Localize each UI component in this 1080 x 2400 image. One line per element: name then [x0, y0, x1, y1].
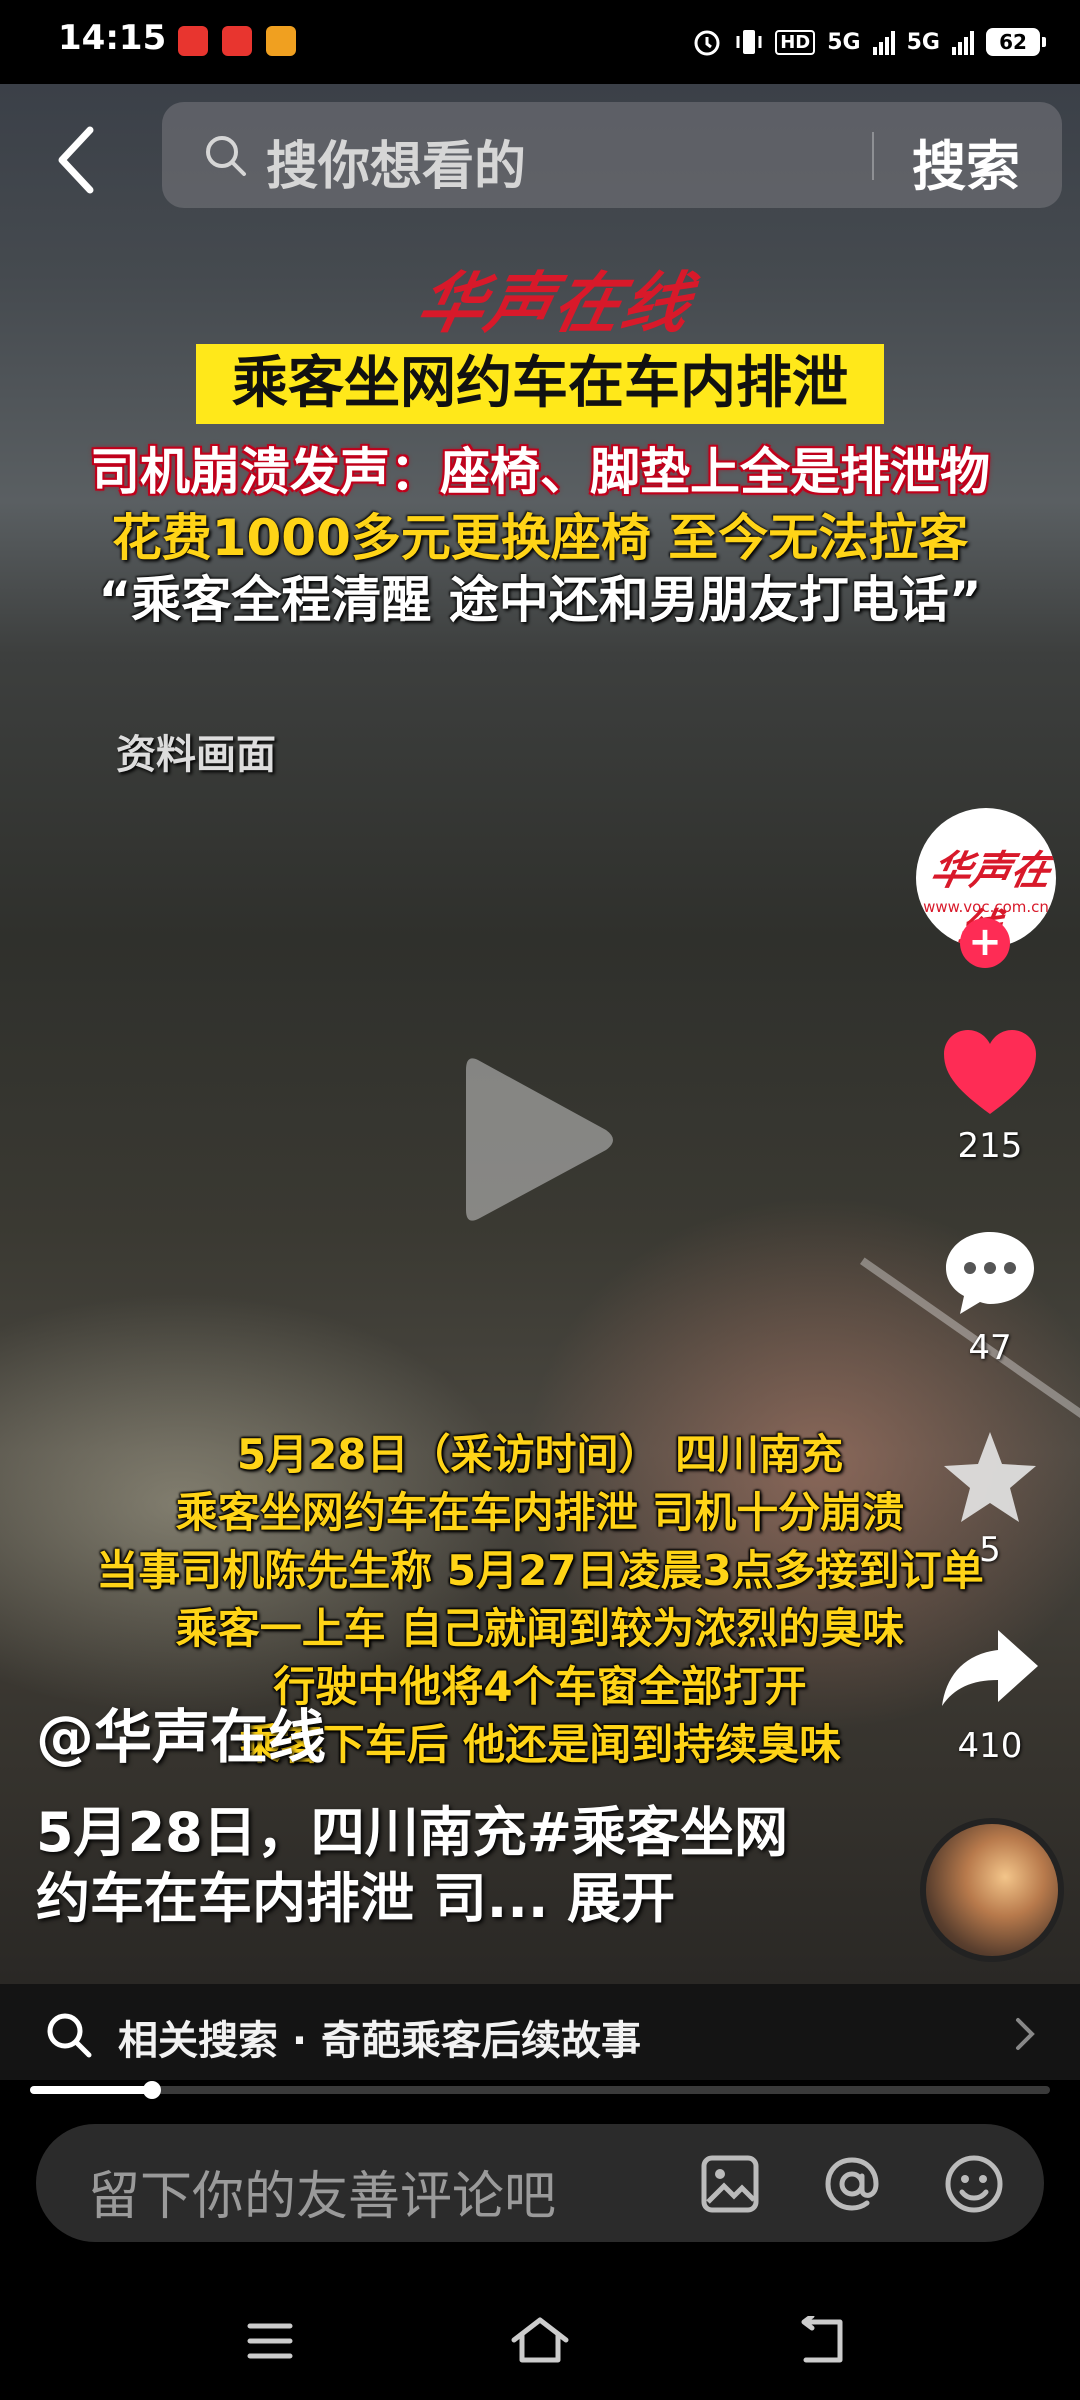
toutiao-notification-icon — [178, 26, 208, 56]
system-nav-bar — [0, 2280, 1080, 2400]
menu-icon[interactable] — [246, 2320, 294, 2362]
back-button[interactable] — [50, 120, 110, 200]
comment-placeholder[interactable]: 留下你的友善评论吧 — [88, 2154, 556, 2229]
vibrate-icon — [736, 30, 762, 54]
caption-line: 乘客一上车 自己就闻到较为浓烈的臭味 — [175, 1604, 905, 1653]
video-description[interactable]: 5月28日，四川南充#乘客坐网约车在车内排泄 司... 展开 — [36, 1800, 836, 1932]
video-logo: 华声在线 — [410, 264, 700, 342]
hd-label: HD — [775, 29, 816, 55]
search-divider — [872, 132, 874, 180]
network-type-2: 5G — [906, 29, 940, 55]
back-nav-icon[interactable] — [796, 2316, 848, 2366]
comment-count: 47 — [968, 1328, 1012, 1368]
author-handle[interactable]: @华声在线 — [36, 1690, 326, 1774]
search-icon — [47, 2013, 92, 2058]
status-time: 14:15 — [58, 18, 167, 58]
like-icon[interactable] — [940, 1026, 1040, 1118]
like-count: 215 — [957, 1126, 1023, 1166]
status-icons: HD 5G 5G 62 — [691, 24, 1046, 60]
caption-line: 当事司机陈先生称 5月27日凌晨3点多接到订单 — [96, 1546, 984, 1595]
image-icon[interactable] — [698, 2152, 762, 2216]
expand-button[interactable]: 展开 — [567, 1867, 675, 1930]
search-button[interactable]: 搜索 — [912, 122, 1020, 201]
comment-icon[interactable] — [940, 1226, 1040, 1320]
mention-icon[interactable] — [820, 2152, 884, 2216]
alarm-icon — [694, 30, 720, 56]
follow-button[interactable]: + — [960, 918, 1010, 968]
status-bar: 14:15 HD 5G 5G 62 — [0, 0, 1080, 84]
favorite-count: 5 — [979, 1530, 1001, 1570]
video-headline: 乘客坐网约车在车内排泄 — [196, 344, 884, 424]
related-search-label: 相关搜索 · 奇葩乘客后续故事 — [118, 2018, 642, 2064]
caption-line: 乘客坐网约车在车内排泄 司机十分崩溃 — [175, 1488, 905, 1537]
chevron-right-icon — [1016, 2018, 1035, 2050]
progress-fill — [30, 2086, 153, 2094]
search-icon — [206, 136, 246, 176]
video-subtitle-1: 司机崩溃发声：座椅、脚垫上全是排泄物 — [90, 443, 990, 501]
video-subtitle-3: “乘客全程清醒 途中还和男朋友打电话” — [98, 571, 982, 629]
signal-icon-2 — [952, 29, 974, 55]
video-progress-bar[interactable] — [30, 2081, 1050, 2099]
chevron-left-icon — [58, 126, 94, 194]
home-icon[interactable] — [508, 2314, 572, 2366]
battery-icon: 62 — [986, 28, 1046, 56]
network-type-1: 5G — [827, 29, 861, 55]
material-label: 资料画面 — [116, 732, 276, 778]
share-icon[interactable] — [938, 1626, 1042, 1710]
play-icon[interactable] — [456, 1040, 626, 1240]
comment-input[interactable]: 留下你的友善评论吧 — [36, 2124, 1044, 2242]
emoji-icon[interactable] — [942, 2152, 1006, 2216]
music-disc-avatar[interactable] — [920, 1818, 1064, 1962]
avatar-url-text: www.voc.com.cn — [923, 898, 1049, 916]
signal-icon-1 — [872, 29, 895, 55]
favorite-icon[interactable] — [938, 1428, 1042, 1528]
app-notification-icon — [266, 26, 296, 56]
description-text: 5月28日，四川南充#乘客坐网约车在车内排泄 司... — [36, 1801, 788, 1930]
progress-handle[interactable] — [143, 2081, 162, 2099]
related-search-bar[interactable]: 相关搜索 · 奇葩乘客后续故事 — [0, 1984, 1080, 2080]
caption-line: 5月28日（采访时间） 四川南充 — [236, 1430, 844, 1479]
toutiao-notification-icon-2 — [222, 26, 252, 56]
share-count: 410 — [957, 1726, 1023, 1766]
search-placeholder[interactable]: 搜你想看的 — [266, 124, 526, 199]
search-bar[interactable]: 搜你想看的 搜索 — [162, 102, 1062, 208]
